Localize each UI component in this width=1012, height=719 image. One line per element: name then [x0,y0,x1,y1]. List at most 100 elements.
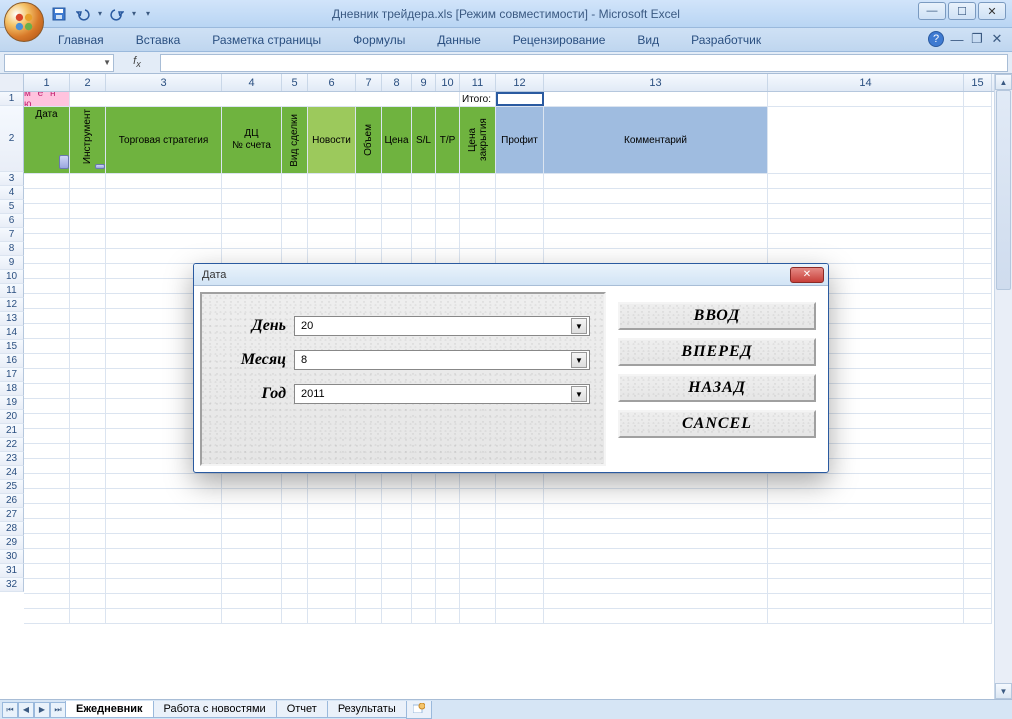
cell[interactable] [496,564,544,578]
cell[interactable] [964,219,992,233]
tab-nav-next[interactable]: ▶ [34,702,50,718]
cell[interactable] [412,189,436,203]
cell[interactable] [24,534,70,548]
cell[interactable] [964,474,992,488]
cell[interactable] [768,594,964,608]
cell[interactable] [308,174,356,188]
cell[interactable] [964,174,992,188]
cell[interactable] [412,489,436,503]
row-header[interactable]: 21 [0,424,24,438]
cell[interactable] [356,504,382,518]
cell[interactable] [282,579,308,593]
cell[interactable] [282,519,308,533]
cell[interactable] [382,234,412,248]
sheet-tab-results[interactable]: Результаты [327,701,407,718]
cell[interactable] [412,219,436,233]
cell[interactable] [964,459,992,473]
cell[interactable] [356,564,382,578]
col-header[interactable]: 5 [282,74,308,91]
col-header[interactable]: 3 [106,74,222,91]
cell[interactable] [222,174,282,188]
row-header[interactable]: 6 [0,214,24,228]
row-header[interactable]: 14 [0,326,24,340]
cell[interactable] [282,564,308,578]
cell[interactable] [308,219,356,233]
dialog-close-button[interactable]: ✕ [790,267,824,283]
cell[interactable] [308,204,356,218]
cell[interactable] [222,549,282,563]
cell[interactable] [356,219,382,233]
col-header[interactable]: 9 [412,74,436,91]
cell[interactable] [412,534,436,548]
cell[interactable] [282,204,308,218]
cell[interactable] [106,534,222,548]
cell[interactable] [768,504,964,518]
cell[interactable] [106,474,222,488]
row-header[interactable]: 27 [0,508,24,522]
tab-nav-prev[interactable]: ◀ [18,702,34,718]
cell[interactable] [70,189,106,203]
row-header[interactable]: 32 [0,578,24,592]
hdr-news[interactable]: Новости [308,107,356,173]
cell[interactable] [24,174,70,188]
cell[interactable] [356,594,382,608]
cell[interactable] [308,489,356,503]
col-header[interactable]: 4 [222,74,282,91]
month-combobox[interactable]: 8 ▼ [294,350,590,370]
cell[interactable] [496,249,544,263]
cell[interactable] [436,519,460,533]
cell[interactable] [964,294,992,308]
redo-icon[interactable] [108,5,126,23]
cell[interactable] [282,249,308,263]
qat-customize-icon[interactable]: ▾ [146,9,150,18]
scroll-up-icon[interactable]: ▲ [995,74,1012,90]
cell[interactable] [460,594,496,608]
cell[interactable] [768,489,964,503]
cell[interactable] [768,92,964,106]
cell[interactable] [70,324,106,338]
sheet-tab-daily[interactable]: Ежедневник [65,701,154,718]
hdr-sl[interactable]: S/L [412,107,436,173]
hdr-vol[interactable]: Объем [356,107,382,173]
cell[interactable] [496,519,544,533]
hdr-strategy[interactable]: Торговая стратегия [106,107,222,173]
col-header[interactable]: 13 [544,74,768,91]
cell[interactable] [768,519,964,533]
cell[interactable] [544,174,768,188]
sheet-tab-report[interactable]: Отчет [276,701,328,718]
cell[interactable] [24,354,70,368]
row-header[interactable]: 31 [0,564,24,578]
row-header[interactable]: 18 [0,382,24,396]
cell[interactable] [222,219,282,233]
cell[interactable] [412,504,436,518]
cell[interactable] [382,594,412,608]
cell[interactable] [282,474,308,488]
cell[interactable] [24,594,70,608]
cell[interactable] [70,534,106,548]
cell[interactable] [544,474,768,488]
cell[interactable] [544,519,768,533]
cell[interactable] [70,309,106,323]
office-button[interactable] [4,2,44,42]
undo-dropdown-icon[interactable]: ▾ [98,9,102,18]
cell[interactable] [222,564,282,578]
cell[interactable] [222,534,282,548]
cell[interactable] [356,474,382,488]
cell[interactable] [382,519,412,533]
cell[interactable] [460,579,496,593]
cell[interactable] [70,444,106,458]
cell[interactable] [412,234,436,248]
cell[interactable] [496,534,544,548]
row-header[interactable]: 17 [0,368,24,382]
cell[interactable] [24,474,70,488]
cell[interactable] [964,594,992,608]
cell[interactable] [768,249,964,263]
cell[interactable] [768,219,964,233]
help-icon[interactable]: ? [928,31,944,47]
row-header[interactable]: 10 [0,270,24,284]
cell[interactable] [412,594,436,608]
row-header[interactable]: 12 [0,298,24,312]
row-header[interactable]: 19 [0,396,24,410]
tab-insert[interactable]: Вставка [126,29,191,51]
row-header[interactable]: 24 [0,466,24,480]
